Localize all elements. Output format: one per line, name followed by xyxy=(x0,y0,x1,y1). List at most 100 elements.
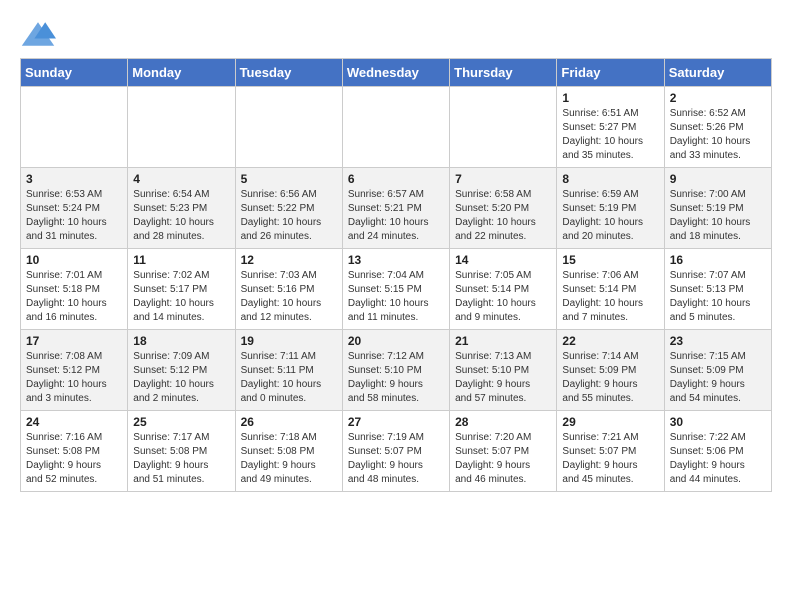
calendar-cell: 13 Sunrise: 7:04 AM Sunset: 5:15 PM Dayli… xyxy=(342,249,449,330)
logo-icon xyxy=(20,20,56,48)
day-info: Sunrise: 6:58 AM Sunset: 5:20 PM Dayligh… xyxy=(455,188,551,244)
day-number: 26 xyxy=(241,415,337,429)
day-number: 16 xyxy=(670,253,766,267)
calendar-cell: 18 Sunrise: 7:09 AM Sunset: 5:12 PM Dayli… xyxy=(128,330,235,411)
day-number: 3 xyxy=(26,172,122,186)
calendar-cell: 15 Sunrise: 7:06 AM Sunset: 5:14 PM Dayli… xyxy=(557,249,664,330)
week-row-4: 17Sunrise: 7:08 AM Sunset: 5:12 PM Dayli… xyxy=(21,330,772,411)
day-number: 19 xyxy=(241,334,337,348)
day-info: Sunrise: 6:51 AM Sunset: 5:27 PM Dayligh… xyxy=(562,107,658,163)
weekday-header-friday: Friday xyxy=(557,59,664,87)
day-number: 1 xyxy=(562,91,658,105)
weekday-header-wednesday: Wednesday xyxy=(342,59,449,87)
day-info: Sunrise: 7:01 AM Sunset: 5:18 PM Dayligh… xyxy=(26,269,122,325)
calendar-cell: 11Sunrise: 7:02 AM Sunset: 5:17 PM Dayli… xyxy=(128,249,235,330)
day-number: 9 xyxy=(670,172,766,186)
day-info: Sunrise: 6:53 AM Sunset: 5:24 PM Dayligh… xyxy=(26,188,122,244)
calendar-cell: 26 Sunrise: 7:18 AM Sunset: 5:08 PM Dayli… xyxy=(235,411,342,492)
day-number: 4 xyxy=(133,172,229,186)
page-wrapper: SundayMondayTuesdayWednesdayThursdayFrid… xyxy=(20,20,772,492)
day-info: Sunrise: 6:59 AM Sunset: 5:19 PM Dayligh… xyxy=(562,188,658,244)
day-info: Sunrise: 7:19 AM Sunset: 5:07 PM Dayligh… xyxy=(348,431,444,487)
calendar-cell xyxy=(235,87,342,168)
week-row-3: 10Sunrise: 7:01 AM Sunset: 5:18 PM Dayli… xyxy=(21,249,772,330)
day-info: Sunrise: 7:03 AM Sunset: 5:16 PM Dayligh… xyxy=(241,269,337,325)
calendar-cell: 27 Sunrise: 7:19 AM Sunset: 5:07 PM Dayli… xyxy=(342,411,449,492)
calendar-cell: 6 Sunrise: 6:57 AM Sunset: 5:21 PM Daylig… xyxy=(342,168,449,249)
day-info: Sunrise: 7:18 AM Sunset: 5:08 PM Dayligh… xyxy=(241,431,337,487)
day-number: 20 xyxy=(348,334,444,348)
day-number: 2 xyxy=(670,91,766,105)
calendar-cell: 19 Sunrise: 7:11 AM Sunset: 5:11 PM Dayli… xyxy=(235,330,342,411)
weekday-header-row: SundayMondayTuesdayWednesdayThursdayFrid… xyxy=(21,59,772,87)
day-info: Sunrise: 7:09 AM Sunset: 5:12 PM Dayligh… xyxy=(133,350,229,406)
weekday-header-monday: Monday xyxy=(128,59,235,87)
day-info: Sunrise: 7:00 AM Sunset: 5:19 PM Dayligh… xyxy=(670,188,766,244)
calendar-cell: 24Sunrise: 7:16 AM Sunset: 5:08 PM Dayli… xyxy=(21,411,128,492)
calendar-cell: 8 Sunrise: 6:59 AM Sunset: 5:19 PM Daylig… xyxy=(557,168,664,249)
weekday-header-sunday: Sunday xyxy=(21,59,128,87)
calendar-cell: 20 Sunrise: 7:12 AM Sunset: 5:10 PM Dayli… xyxy=(342,330,449,411)
calendar-cell: 30 Sunrise: 7:22 AM Sunset: 5:06 PM Dayli… xyxy=(664,411,771,492)
day-info: Sunrise: 6:56 AM Sunset: 5:22 PM Dayligh… xyxy=(241,188,337,244)
day-number: 15 xyxy=(562,253,658,267)
calendar-cell: 12 Sunrise: 7:03 AM Sunset: 5:16 PM Dayli… xyxy=(235,249,342,330)
calendar-cell: 23Sunrise: 7:15 AM Sunset: 5:09 PM Dayli… xyxy=(664,330,771,411)
calendar-cell xyxy=(342,87,449,168)
day-number: 27 xyxy=(348,415,444,429)
day-number: 29 xyxy=(562,415,658,429)
header xyxy=(20,20,772,48)
week-row-5: 24Sunrise: 7:16 AM Sunset: 5:08 PM Dayli… xyxy=(21,411,772,492)
day-number: 5 xyxy=(241,172,337,186)
calendar-cell: 21 Sunrise: 7:13 AM Sunset: 5:10 PM Dayli… xyxy=(450,330,557,411)
day-info: Sunrise: 7:16 AM Sunset: 5:08 PM Dayligh… xyxy=(26,431,122,487)
day-number: 23 xyxy=(670,334,766,348)
day-number: 12 xyxy=(241,253,337,267)
day-info: Sunrise: 7:05 AM Sunset: 5:14 PM Dayligh… xyxy=(455,269,551,325)
calendar-cell: 22 Sunrise: 7:14 AM Sunset: 5:09 PM Dayli… xyxy=(557,330,664,411)
day-info: Sunrise: 7:21 AM Sunset: 5:07 PM Dayligh… xyxy=(562,431,658,487)
calendar-cell: 25 Sunrise: 7:17 AM Sunset: 5:08 PM Dayli… xyxy=(128,411,235,492)
day-number: 8 xyxy=(562,172,658,186)
weekday-header-tuesday: Tuesday xyxy=(235,59,342,87)
calendar-cell: 7 Sunrise: 6:58 AM Sunset: 5:20 PM Daylig… xyxy=(450,168,557,249)
calendar-cell: 1 Sunrise: 6:51 AM Sunset: 5:27 PM Daylig… xyxy=(557,87,664,168)
day-number: 30 xyxy=(670,415,766,429)
day-info: Sunrise: 7:11 AM Sunset: 5:11 PM Dayligh… xyxy=(241,350,337,406)
day-number: 18 xyxy=(133,334,229,348)
calendar-cell: 17Sunrise: 7:08 AM Sunset: 5:12 PM Dayli… xyxy=(21,330,128,411)
day-info: Sunrise: 7:22 AM Sunset: 5:06 PM Dayligh… xyxy=(670,431,766,487)
day-number: 11 xyxy=(133,253,229,267)
calendar-cell: 10Sunrise: 7:01 AM Sunset: 5:18 PM Dayli… xyxy=(21,249,128,330)
day-info: Sunrise: 7:14 AM Sunset: 5:09 PM Dayligh… xyxy=(562,350,658,406)
day-number: 14 xyxy=(455,253,551,267)
day-number: 7 xyxy=(455,172,551,186)
day-number: 21 xyxy=(455,334,551,348)
day-info: Sunrise: 7:13 AM Sunset: 5:10 PM Dayligh… xyxy=(455,350,551,406)
calendar-cell: 9 Sunrise: 7:00 AM Sunset: 5:19 PM Daylig… xyxy=(664,168,771,249)
day-info: Sunrise: 7:17 AM Sunset: 5:08 PM Dayligh… xyxy=(133,431,229,487)
day-info: Sunrise: 7:12 AM Sunset: 5:10 PM Dayligh… xyxy=(348,350,444,406)
day-info: Sunrise: 6:54 AM Sunset: 5:23 PM Dayligh… xyxy=(133,188,229,244)
logo xyxy=(20,20,62,48)
week-row-1: 1 Sunrise: 6:51 AM Sunset: 5:27 PM Daylig… xyxy=(21,87,772,168)
calendar-cell: 29 Sunrise: 7:21 AM Sunset: 5:07 PM Dayli… xyxy=(557,411,664,492)
day-number: 17 xyxy=(26,334,122,348)
day-number: 28 xyxy=(455,415,551,429)
calendar-cell xyxy=(21,87,128,168)
calendar-cell: 3 Sunrise: 6:53 AM Sunset: 5:24 PM Daylig… xyxy=(21,168,128,249)
day-info: Sunrise: 6:57 AM Sunset: 5:21 PM Dayligh… xyxy=(348,188,444,244)
day-number: 25 xyxy=(133,415,229,429)
day-info: Sunrise: 7:07 AM Sunset: 5:13 PM Dayligh… xyxy=(670,269,766,325)
day-number: 22 xyxy=(562,334,658,348)
day-info: Sunrise: 6:52 AM Sunset: 5:26 PM Dayligh… xyxy=(670,107,766,163)
day-info: Sunrise: 7:04 AM Sunset: 5:15 PM Dayligh… xyxy=(348,269,444,325)
weekday-header-thursday: Thursday xyxy=(450,59,557,87)
day-info: Sunrise: 7:20 AM Sunset: 5:07 PM Dayligh… xyxy=(455,431,551,487)
week-row-2: 3 Sunrise: 6:53 AM Sunset: 5:24 PM Daylig… xyxy=(21,168,772,249)
day-number: 13 xyxy=(348,253,444,267)
day-number: 6 xyxy=(348,172,444,186)
day-info: Sunrise: 7:06 AM Sunset: 5:14 PM Dayligh… xyxy=(562,269,658,325)
calendar-cell xyxy=(450,87,557,168)
calendar-cell: 14 Sunrise: 7:05 AM Sunset: 5:14 PM Dayli… xyxy=(450,249,557,330)
